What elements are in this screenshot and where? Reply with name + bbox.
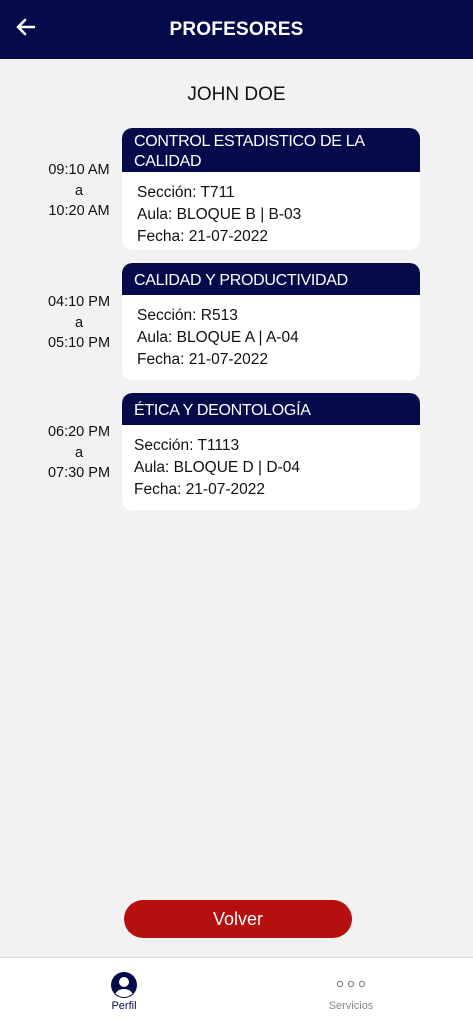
start-time: 04:10 PM [47, 294, 111, 310]
class-card[interactable]: CALIDAD Y PRODUCTIVIDAD Sección: R513 Au… [122, 263, 420, 380]
teacher-name: JOHN DOE [187, 84, 286, 105]
classroom-text: Aula: BLOQUE D | D-04 [134, 459, 300, 476]
date-text: Fecha: 21-07-2022 [134, 481, 265, 498]
end-time: 07:30 PM [47, 465, 111, 481]
section-text: Sección: T711 [137, 184, 235, 201]
end-time: 10:20 AM [48, 203, 110, 219]
user-circle-icon [111, 972, 137, 998]
classroom-text: Aula: BLOQUE A | A-04 [137, 329, 299, 346]
tab-servicios[interactable]: Servicios [291, 958, 411, 1024]
section-text: Sección: R513 [137, 307, 238, 324]
date-text: Fecha: 21-07-2022 [137, 228, 268, 245]
more-dots-icon [336, 980, 366, 988]
time-separator: a [74, 182, 84, 199]
start-time: 09:10 AM [48, 162, 110, 178]
class-time-range: 04:10 PM a 05:10 PM [40, 292, 118, 354]
back-volver-button[interactable]: Volver [124, 900, 352, 938]
class-card[interactable]: ÉTICA Y DEONTOLOGÍA Sección: T1113 Aula:… [122, 393, 420, 510]
tab-label: Servicios [328, 1000, 374, 1012]
tab-perfil[interactable]: Perfil [64, 958, 184, 1024]
page-title: PROFESORES [169, 19, 304, 40]
app-bar: PROFESORES [0, 0, 473, 59]
tab-label: Perfil [111, 1000, 137, 1012]
time-separator: a [74, 444, 84, 461]
class-card[interactable]: CONTROL ESTADISTICO DE LA CALIDAD Secció… [122, 128, 420, 250]
course-title: CONTROL ESTADISTICO DE LA CALIDAD [122, 128, 420, 172]
end-time: 05:10 PM [47, 335, 111, 351]
classroom-text: Aula: BLOQUE B | B-03 [137, 206, 302, 223]
date-text: Fecha: 21-07-2022 [137, 351, 268, 368]
bottom-tab-bar: Perfil Servicios [0, 957, 473, 1024]
start-time: 06:20 PM [47, 424, 111, 440]
time-separator: a [74, 314, 84, 331]
course-title: ÉTICA Y DEONTOLOGÍA [122, 393, 420, 425]
section-text: Sección: T1113 [134, 437, 240, 454]
course-title: CALIDAD Y PRODUCTIVIDAD [122, 263, 420, 295]
class-time-range: 09:10 AM a 10:20 AM [40, 160, 118, 222]
class-time-range: 06:20 PM a 07:30 PM [40, 422, 118, 484]
